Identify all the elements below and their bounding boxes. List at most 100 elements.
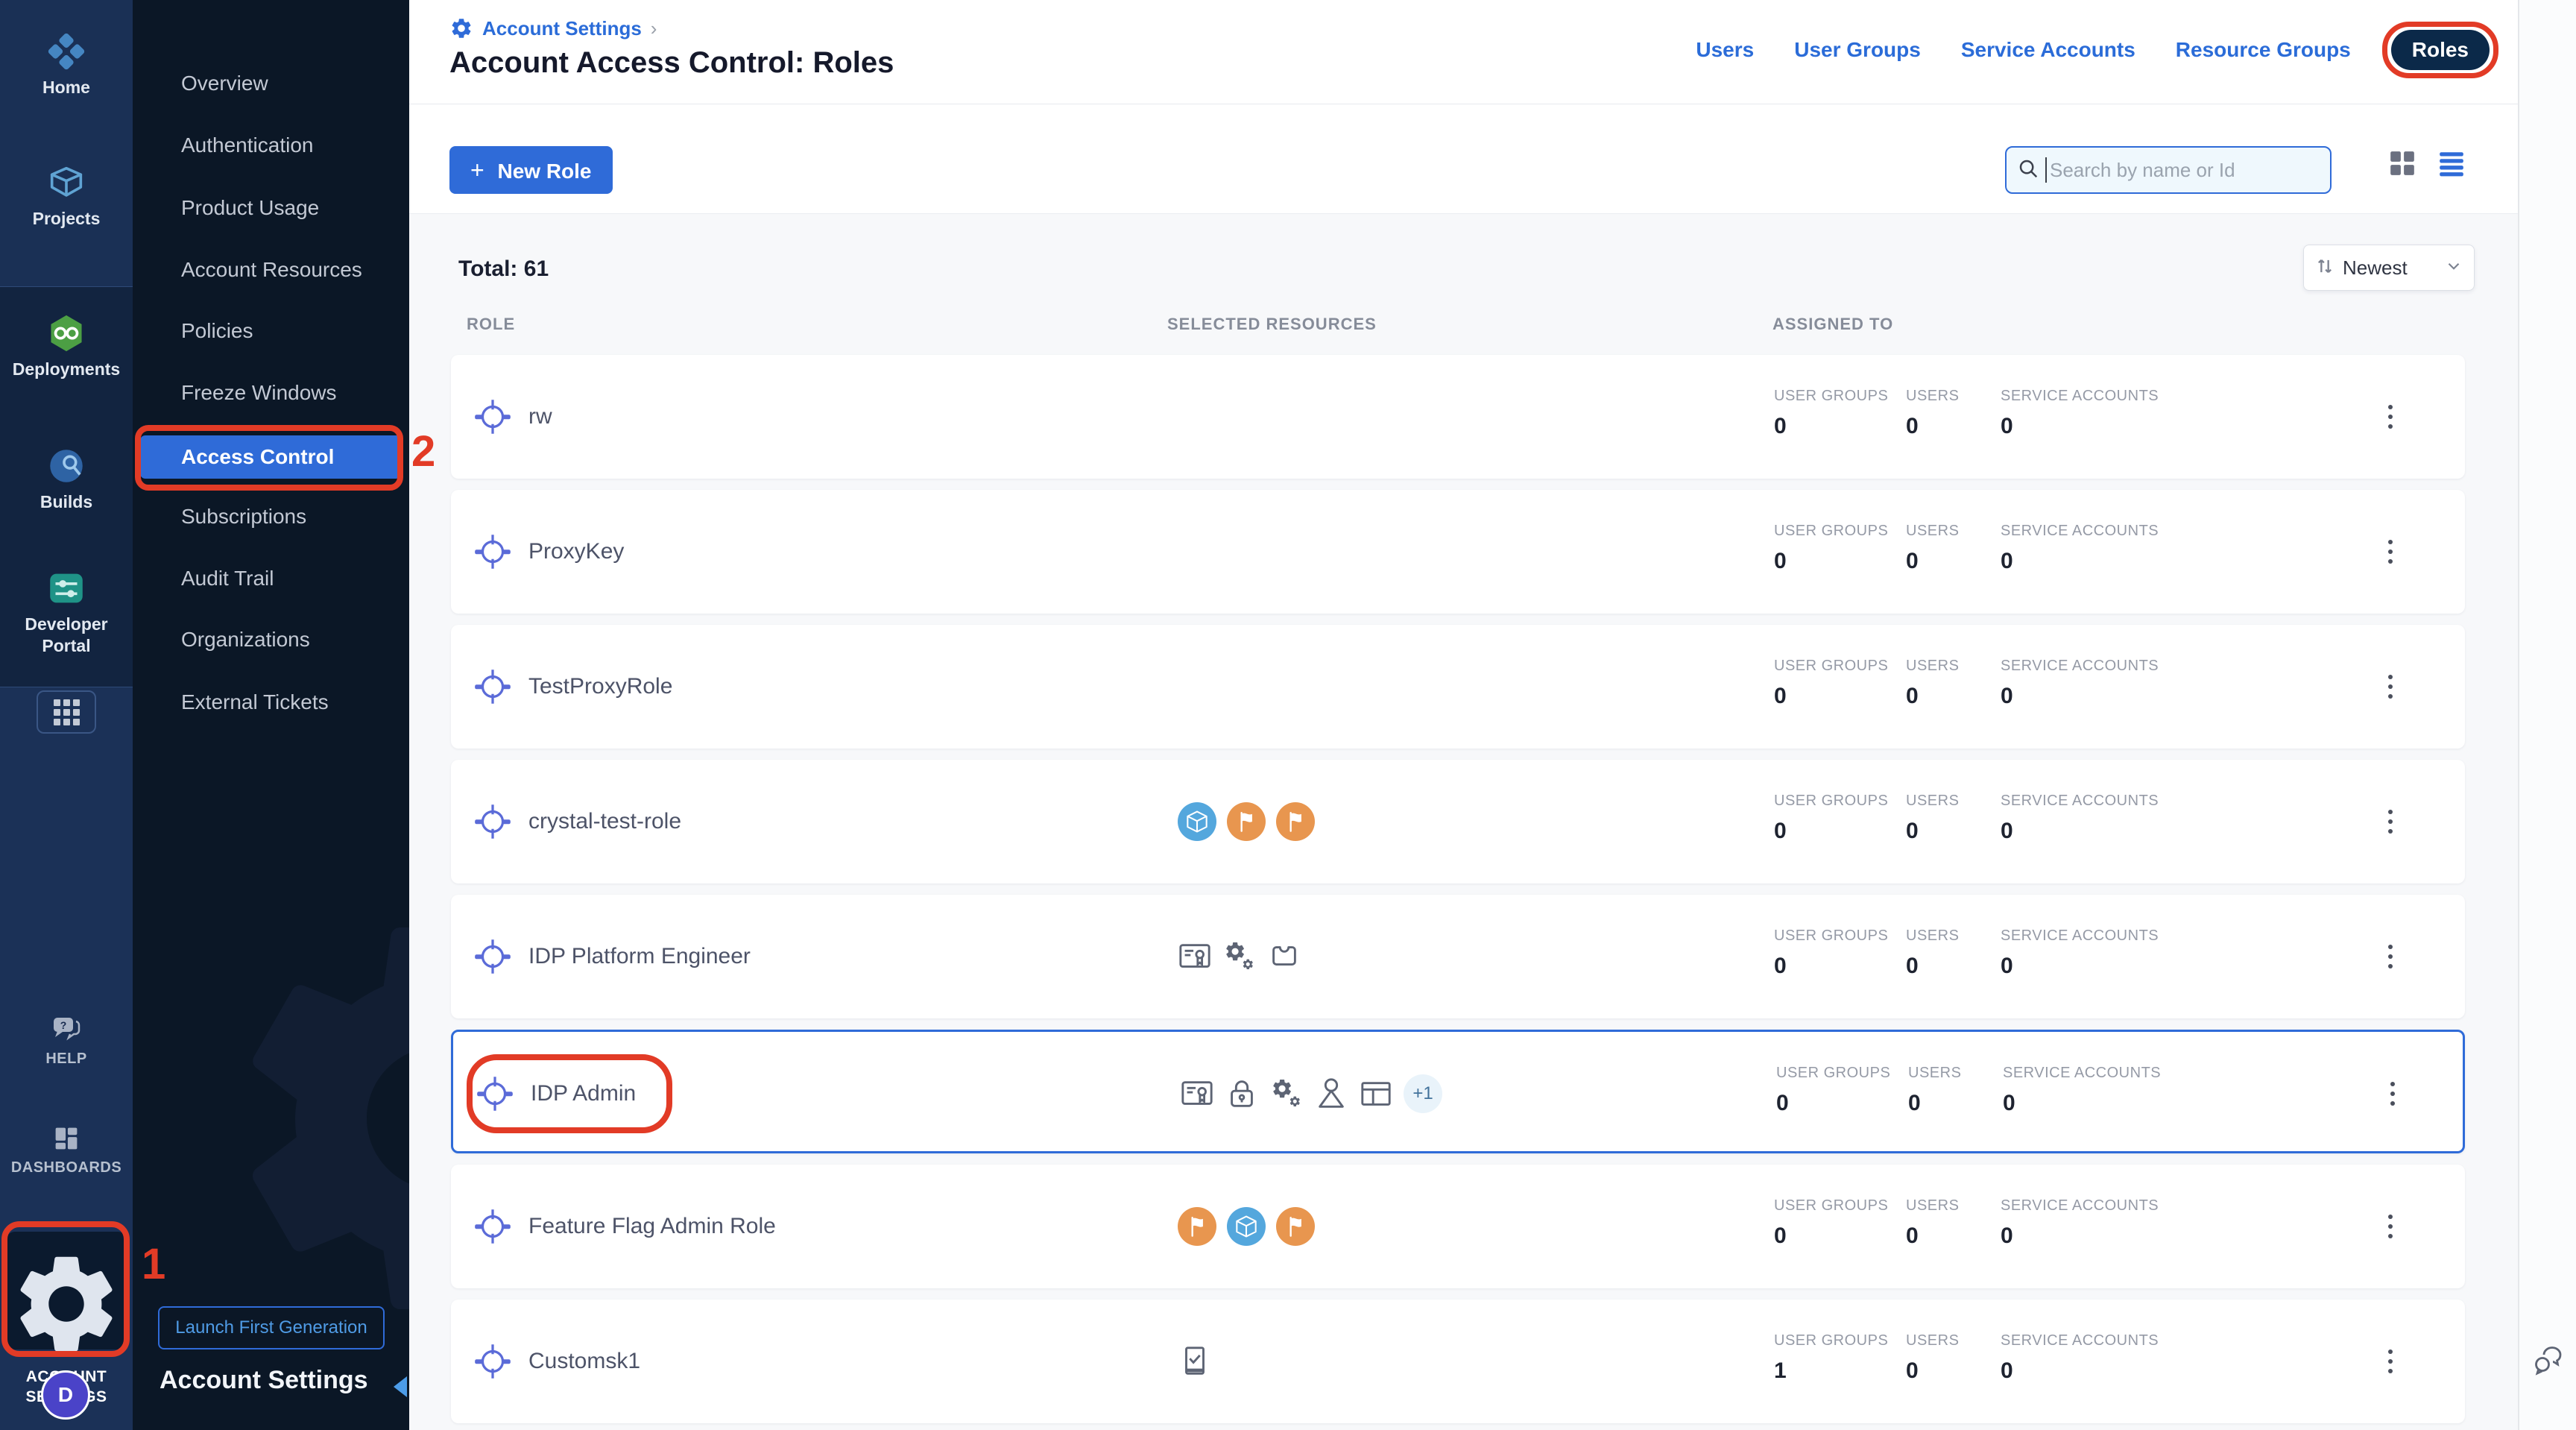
row-menu-kebab-icon[interactable] bbox=[2383, 667, 2398, 707]
assigned-user-groups: USER GROUPS 0 bbox=[1776, 1032, 1890, 1156]
more-resources-badge: +1 bbox=[1404, 1074, 1442, 1113]
sidebar-item-label: DASHBOARDS bbox=[0, 1159, 133, 1177]
sidebar-item-home[interactable]: Home bbox=[0, 30, 133, 98]
nav-item-product-usage[interactable]: Product Usage bbox=[181, 196, 319, 221]
role-target-icon bbox=[473, 1342, 512, 1381]
user-avatar[interactable]: D bbox=[41, 1370, 90, 1420]
row-menu-kebab-icon[interactable] bbox=[2383, 532, 2398, 572]
assigned-count: 0 bbox=[1906, 1223, 1959, 1249]
sort-arrows-icon bbox=[2314, 256, 2335, 280]
tab-users[interactable]: Users bbox=[1696, 38, 1754, 62]
assigned-user-groups: USER GROUPS 0 bbox=[1774, 490, 1888, 614]
assigned-service-accounts: SERVICE ACCOUNTS 0 bbox=[2001, 1300, 2159, 1423]
row-menu-kebab-icon[interactable] bbox=[2383, 1206, 2398, 1247]
row-menu-kebab-icon[interactable] bbox=[2383, 936, 2398, 977]
certificate-icon bbox=[1178, 939, 1212, 974]
selected-resources bbox=[1178, 760, 1315, 883]
tab-service-accounts[interactable]: Service Accounts bbox=[1961, 38, 2135, 62]
assigned-column-label: USER GROUPS bbox=[1774, 793, 1888, 810]
assigned-users: USERS 0 bbox=[1906, 490, 1959, 614]
assigned-count: 0 bbox=[2003, 1091, 2161, 1116]
assigned-users: USERS 0 bbox=[1906, 355, 1959, 479]
main-content: Account Settings › Account Access Contro… bbox=[409, 0, 2576, 1430]
row-menu-kebab-icon[interactable] bbox=[2383, 801, 2398, 842]
sidebar-item-deployments[interactable]: Deployments bbox=[0, 312, 133, 380]
sidebar-item-projects[interactable]: Projects bbox=[0, 161, 133, 230]
assigned-column-label: SERVICE ACCOUNTS bbox=[2001, 1197, 2159, 1215]
row-menu-kebab-icon[interactable] bbox=[2383, 397, 2398, 437]
new-role-button[interactable]: New Role bbox=[449, 146, 613, 194]
tab-roles-active[interactable]: Roles bbox=[2391, 30, 2490, 70]
role-name: TestProxyRole bbox=[528, 625, 672, 749]
role-row-crystal-test-role[interactable]: crystal-test-role USER GROUPS 0 USERS 0 … bbox=[451, 760, 2465, 883]
assigned-column-label: USER GROUPS bbox=[1774, 388, 1888, 405]
flag-orange-icon bbox=[1276, 1207, 1315, 1246]
nav-item-overview[interactable]: Overview bbox=[181, 72, 268, 97]
nav-item-audit-trail[interactable]: Audit Trail bbox=[181, 567, 274, 592]
row-menu-kebab-icon[interactable] bbox=[2385, 1074, 2400, 1114]
assigned-count: 0 bbox=[2001, 684, 2159, 709]
collapse-panel-icon[interactable] bbox=[394, 1376, 407, 1397]
row-menu-kebab-icon[interactable] bbox=[2383, 1341, 2398, 1382]
role-row-testproxyrole[interactable]: TestProxyRole USER GROUPS 0 USERS 0 SERV… bbox=[451, 625, 2465, 749]
role-name: IDP Admin bbox=[531, 1032, 636, 1156]
nav-item-account-resources[interactable]: Account Resources bbox=[181, 258, 362, 283]
home-icon bbox=[45, 63, 88, 76]
role-row-feature-flag-admin-role[interactable]: Feature Flag Admin Role USER GROUPS 0 US… bbox=[451, 1165, 2465, 1288]
sidebar-item-account-settings[interactable]: ACCOUNT SETTINGS bbox=[6, 1232, 127, 1349]
list-view-icon[interactable] bbox=[2437, 149, 2466, 177]
nav-item-subscriptions[interactable]: Subscriptions bbox=[181, 505, 306, 530]
nav-item-organizations[interactable]: Organizations bbox=[181, 628, 310, 653]
assigned-count: 0 bbox=[1906, 684, 1959, 709]
assigned-count: 0 bbox=[1776, 1091, 1890, 1116]
sidebar-item-label: Projects bbox=[0, 208, 133, 230]
sort-dropdown[interactable]: Newest bbox=[2303, 245, 2475, 291]
selected-resources bbox=[1178, 1165, 1315, 1288]
total-count: Total: 61 bbox=[458, 256, 549, 282]
sidebar-item-developer-portal[interactable]: Developer Portal bbox=[0, 567, 133, 657]
sidebar-item-label: HELP bbox=[0, 1051, 133, 1068]
assigned-count: 1 bbox=[1774, 1358, 1888, 1384]
tab-user-groups[interactable]: User Groups bbox=[1794, 38, 1921, 62]
support-chat-icon[interactable] bbox=[2531, 1342, 2567, 1378]
account-settings-nav-panel: Overview Authentication Product Usage Accou… bbox=[133, 0, 409, 1430]
sidebar-item-dashboards[interactable]: DASHBOARDS bbox=[0, 1121, 133, 1177]
breadcrumb-link[interactable]: Account Settings bbox=[482, 17, 642, 40]
breadcrumb: Account Settings › bbox=[449, 16, 657, 40]
role-row-idp-platform-engineer[interactable]: IDP Platform Engineer USER GROUPS 0 USER… bbox=[451, 895, 2465, 1018]
assigned-service-accounts: SERVICE ACCOUNTS 0 bbox=[2001, 760, 2159, 883]
nav-item-label: Access Control bbox=[181, 445, 334, 469]
role-row-rw[interactable]: rw USER GROUPS 0 USERS 0 SERVICE ACCOUNT… bbox=[451, 355, 2465, 479]
grid-view-icon[interactable] bbox=[2388, 149, 2416, 177]
role-row-proxykey[interactable]: ProxyKey USER GROUPS 0 USERS 0 SERVICE A… bbox=[451, 490, 2465, 614]
assigned-user-groups: USER GROUPS 0 bbox=[1774, 1165, 1888, 1288]
module-picker-button[interactable] bbox=[37, 690, 96, 734]
flag-orange-icon bbox=[1178, 1207, 1216, 1246]
assigned-column-label: USER GROUPS bbox=[1774, 1197, 1888, 1215]
assigned-users: USERS 0 bbox=[1908, 1032, 1961, 1156]
assigned-count: 0 bbox=[2001, 1223, 2159, 1249]
assigned-count: 0 bbox=[1906, 1358, 1959, 1384]
nav-item-authentication[interactable]: Authentication bbox=[181, 133, 313, 159]
layout-icon bbox=[1359, 1077, 1393, 1111]
nav-item-freeze-windows[interactable]: Freeze Windows bbox=[181, 381, 337, 406]
sidebar-item-builds[interactable]: Builds bbox=[0, 444, 133, 513]
nav-item-external-tickets[interactable]: External Tickets bbox=[181, 690, 329, 716]
launch-first-generation-button[interactable]: Launch First Generation bbox=[158, 1306, 385, 1349]
assigned-count: 0 bbox=[1774, 549, 1888, 574]
search-input[interactable] bbox=[2050, 159, 2320, 182]
role-row-idp-admin[interactable]: IDP Admin+1 USER GROUPS 0 USERS 0 SERVIC… bbox=[451, 1030, 2465, 1153]
selected-resources bbox=[1178, 895, 1301, 1018]
role-row-customsk1[interactable]: Customsk1 USER GROUPS 1 USERS 0 SERVICE … bbox=[451, 1300, 2465, 1423]
selected-resources: +1 bbox=[1180, 1032, 1442, 1156]
nav-item-policies[interactable]: Policies bbox=[181, 319, 253, 344]
role-target-icon bbox=[473, 397, 512, 436]
nav-item-access-control-active[interactable]: Access Control bbox=[140, 435, 401, 479]
breadcrumb-separator: › bbox=[651, 17, 657, 40]
tab-resource-groups[interactable]: Resource Groups bbox=[2176, 38, 2351, 62]
sidebar-item-label: Developer Portal bbox=[0, 614, 133, 657]
assigned-column-label: USER GROUPS bbox=[1776, 1065, 1890, 1082]
assigned-service-accounts: SERVICE ACCOUNTS 0 bbox=[2001, 1165, 2159, 1288]
sidebar-item-help[interactable]: ? HELP bbox=[0, 1011, 133, 1068]
certificate-icon bbox=[1180, 1077, 1214, 1111]
